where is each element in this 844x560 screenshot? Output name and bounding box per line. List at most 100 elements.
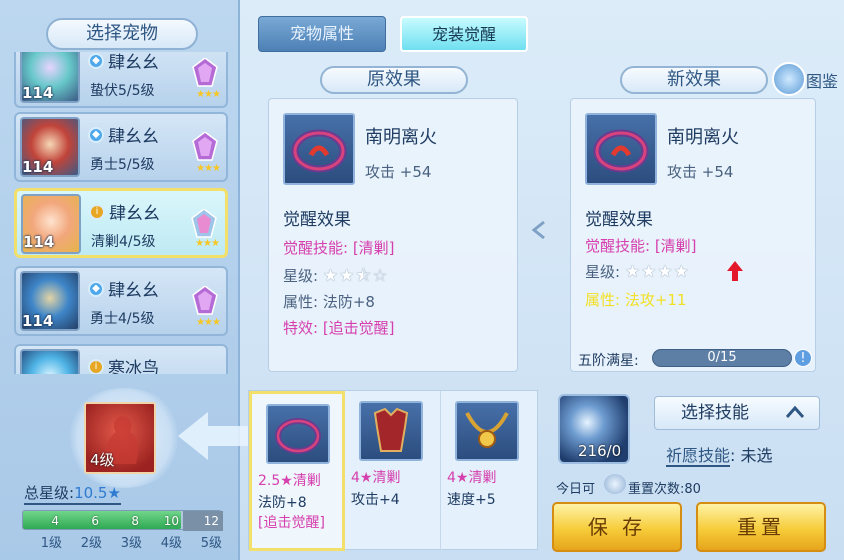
water-class-icon: ◆ — [88, 126, 104, 143]
candidate-slot[interactable]: 4★清剿 速度+5 — [441, 391, 537, 551]
water-class-icon: ◆ — [88, 280, 104, 297]
wish-skill-value: : 未选 — [730, 446, 773, 465]
awaken-effect-title: 觉醒效果 — [283, 210, 351, 230]
atlas-book-icon[interactable] — [772, 62, 806, 96]
pet-equip-status: 清剿4/5级 — [91, 234, 156, 250]
pet-level: 114 — [23, 233, 55, 251]
awaken-effect-title: 觉醒效果 — [585, 210, 653, 230]
reset-token-icon — [604, 474, 626, 494]
candidate-attr: 法防+8 — [258, 495, 307, 511]
select-pet-title: 选择宠物 — [46, 18, 198, 50]
gem-icon — [191, 209, 217, 238]
level-label: 1级 — [40, 536, 62, 551]
awaken-skill: 觉醒技能: [清剿] — [585, 237, 697, 255]
tab-pet-attributes[interactable]: 宠物属性 — [258, 16, 386, 52]
tab-equip-awaken[interactable]: 宠装觉醒 — [400, 16, 528, 52]
item-attack: 攻击 +54 — [365, 163, 432, 181]
pet-name: 肆幺幺 — [108, 53, 159, 73]
candidate-attr: 速度+5 — [447, 492, 496, 508]
pet-avatar — [20, 349, 80, 374]
level-label: 4级 — [160, 536, 182, 551]
original-effect-header: 原效果 — [320, 66, 468, 94]
up-arrow-icon — [727, 261, 743, 281]
pet-list[interactable]: 114 ◆ 肆幺幺 蛰伏5/5级 ★★★ 114 ◆ 肆幺幺 勇士5/5级 ★★★ … — [14, 52, 228, 374]
atlas-button-label[interactable]: 图鉴 — [806, 68, 838, 92]
star-tick: 6 — [91, 514, 99, 528]
reset-button[interactable]: 重置 — [696, 502, 826, 552]
new-effect-header: 新效果 — [620, 66, 768, 94]
awaken-candidate-list: 2.5★清剿 法防+8 [追击觉醒] 4★清剿 攻击+4 4★清剿 速度+5 — [248, 390, 538, 551]
gem-icon — [192, 286, 218, 315]
bracelet-icon — [585, 113, 657, 185]
level-labels: 1级 2级 3级 4级 5级 — [22, 532, 222, 551]
candidate-title: 4★清剿 — [447, 470, 497, 486]
star-progress-bar: 4 6 8 10 12 — [22, 510, 223, 531]
pet-equip-status: 勇士4/5级 — [90, 311, 155, 327]
star-rating-icon: ★★★★ — [624, 262, 690, 282]
attribute-line: 属性: 法攻+11 — [585, 291, 687, 309]
star-row: 星级: ★★★★ — [585, 261, 690, 282]
water-class-icon: ◆ — [88, 52, 104, 69]
star-rating-icon: ★★⯪☆ — [322, 266, 389, 286]
pet-card[interactable]: 114 ◆ 肆幺幺 蛰伏5/5级 ★★★ — [14, 52, 228, 108]
pet-level: 114 — [22, 312, 54, 330]
level-label: 3级 — [120, 536, 142, 551]
new-effect-panel: 南明离火 攻击 +54 觉醒效果 觉醒技能: [清剿] 星级: ★★★★ 属性:… — [570, 98, 816, 372]
level-label: 2级 — [80, 536, 102, 551]
item-name: 南明离火 — [667, 127, 739, 148]
candidate-title: 4★清剿 — [351, 470, 401, 486]
chevron-left-icon — [531, 220, 545, 240]
star-tick: 4 — [51, 514, 59, 528]
level-label: 5级 — [200, 536, 222, 551]
full-star-label: 五阶满星: — [578, 353, 639, 369]
item-attack: 攻击 +54 — [667, 163, 734, 181]
original-effect-panel: 南明离火 攻击 +54 觉醒效果 觉醒技能: [清剿] 星级: ★★⯪☆ 属性:… — [268, 98, 518, 372]
star-tick: 8 — [131, 514, 139, 528]
arrow-left-icon — [178, 412, 248, 460]
star-rating-icon: ★★★ — [196, 163, 221, 174]
special-effect-line: 特效: [追击觉醒] — [283, 319, 395, 337]
star-tick: 12 — [183, 511, 223, 531]
bracelet-icon — [266, 404, 330, 464]
today-label: 今日可 — [556, 482, 596, 497]
pet-equip-status: 蛰伏5/5级 — [90, 83, 155, 99]
candidate-attr: 攻击+4 — [351, 492, 400, 508]
gem-icon — [192, 132, 218, 161]
candidate-slot-selected[interactable]: 2.5★清剿 法防+8 [追击觉醒] — [249, 391, 345, 551]
pet-equip-status: 勇士5/5级 — [90, 157, 155, 173]
necklace-icon — [455, 401, 519, 461]
candidate-slot[interactable]: 4★清剿 攻击+4 — [345, 391, 441, 551]
equip-level: 4级 — [90, 451, 115, 469]
pet-equip-slot[interactable]: 4级 — [84, 402, 156, 474]
star-rating-icon: ★★★ — [195, 238, 220, 249]
star-rating-icon: ★★★ — [196, 89, 221, 100]
bracelet-icon — [283, 113, 355, 185]
total-star-rating: 总星级:10.5★ — [24, 482, 121, 505]
pet-name: 寒冰鸟 — [108, 359, 159, 374]
pet-card[interactable]: 114 ◆ 肆幺幺 勇士5/5级 ★★★ — [14, 112, 228, 182]
armor-icon — [359, 401, 423, 461]
select-skill-dropdown[interactable]: 选择技能 — [654, 396, 820, 430]
pet-card-selected[interactable]: 114 i 肆幺幺 清剿4/5级 ★★★ — [14, 188, 228, 258]
star-row: 星级: ★★⯪☆ — [283, 263, 389, 292]
item-name: 南明离火 — [365, 127, 437, 148]
star-label: 星级: — [585, 263, 621, 281]
pet-name: 肆幺幺 — [108, 127, 159, 147]
gem-icon — [192, 58, 218, 87]
candidate-special: [追击觉醒] — [258, 515, 325, 531]
pet-name: 肆幺幺 — [109, 204, 160, 224]
pet-card[interactable]: 114 ◆ 肆幺幺 勇士4/5级 ★★★ — [14, 266, 228, 336]
pet-card[interactable]: i 寒冰鸟 — [14, 344, 228, 374]
reset-count: 重置次数:80 — [628, 482, 701, 497]
save-button[interactable]: 保 存 — [552, 502, 682, 552]
candidate-title: 2.5★清剿 — [258, 473, 321, 489]
pet-selection-panel: 选择宠物 114 ◆ 肆幺幺 蛰伏5/5级 ★★★ 114 ◆ 肆幺幺 勇士5/5级… — [0, 0, 248, 560]
info-icon[interactable]: ! — [794, 349, 812, 367]
wish-skill-row: 祈愿技能: 未选 — [666, 442, 773, 467]
awaken-screen: 选择宠物 114 ◆ 肆幺幺 蛰伏5/5级 ★★★ 114 ◆ 肆幺幺 勇士5/5级… — [0, 0, 844, 560]
gold-class-icon: i — [88, 358, 104, 374]
star-label: 星级: — [283, 267, 319, 285]
gold-class-icon: i — [89, 203, 105, 220]
pet-name: 肆幺幺 — [108, 281, 159, 301]
pet-level: 114 — [22, 84, 54, 102]
